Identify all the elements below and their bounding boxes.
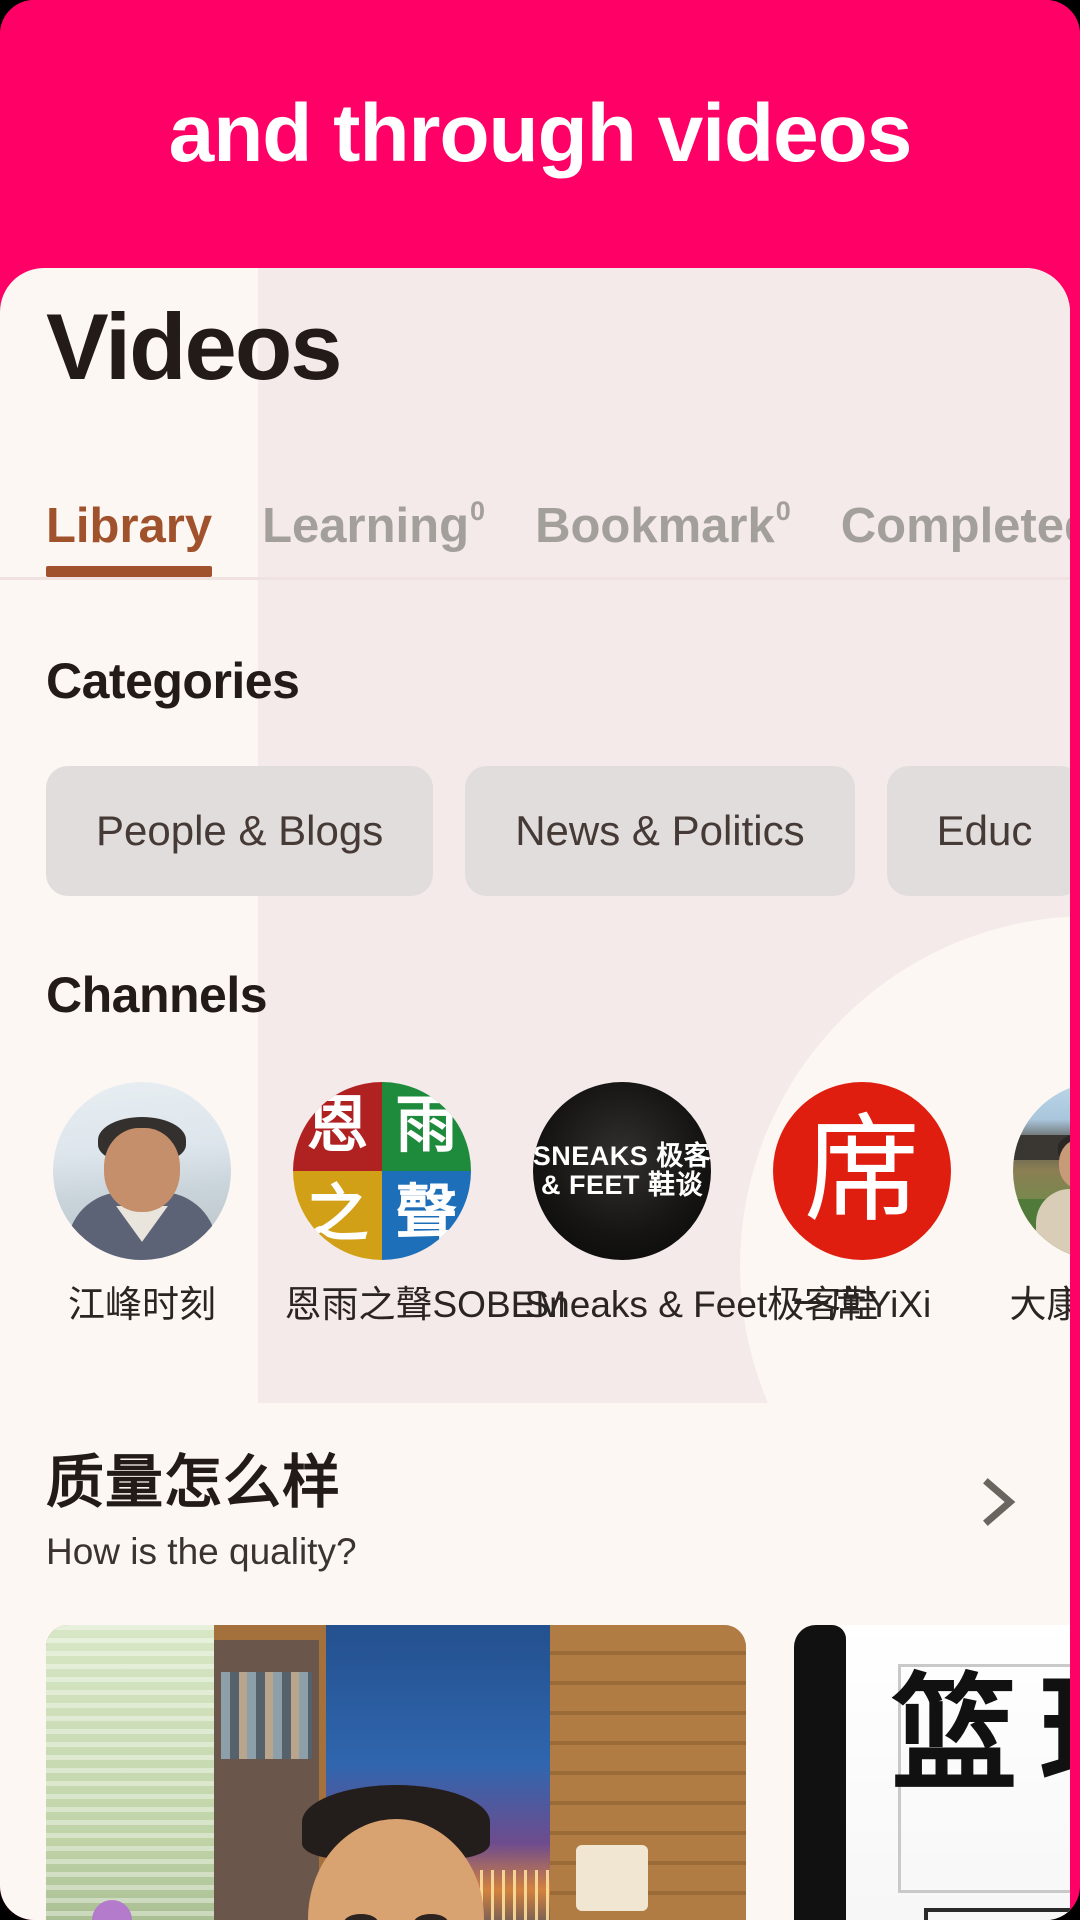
category-chip-people-blogs[interactable]: People & Blogs: [46, 765, 434, 896]
avatar: SNEAKS 极客 & FEET 鞋谈: [533, 1081, 711, 1260]
channels-heading: Channels: [46, 966, 268, 1023]
tab-learning-badge: 0: [470, 495, 486, 526]
playlist-header-row[interactable]: 质量怎么样 How is the quality?: [0, 1447, 1070, 1573]
tab-bar-divider: [0, 576, 1070, 580]
category-chip-label: Educ: [936, 806, 1033, 854]
channel-name: 恩雨之聲SOBEM: [284, 1283, 567, 1325]
chevron-right-icon[interactable]: [970, 1475, 1024, 1529]
avatar-logo-line-2: & FEET 鞋谈: [540, 1169, 703, 1200]
thumbnail-caption-text: 篮球: [891, 1660, 1070, 1808]
video-thumbnail[interactable]: [46, 1624, 746, 1920]
tab-learning-label: Learning: [262, 498, 470, 553]
channel-item-sneaks-feet[interactable]: SNEAKS 极客 & FEET 鞋谈 Sneaks & Feet极客鞋: [522, 1081, 879, 1329]
category-chip-education[interactable]: Educ: [886, 765, 1070, 896]
categories-heading: Categories: [46, 652, 300, 709]
tab-bookmark-label: Bookmark: [535, 498, 775, 553]
channel-item-yixi[interactable]: 席 一席YiXi: [762, 1081, 962, 1329]
channel-item-jiangfeng[interactable]: 江峰时刻: [42, 1081, 242, 1329]
channel-name: 一席YiXi: [792, 1283, 932, 1325]
tab-library-label: Library: [46, 498, 213, 553]
category-chip-label: People & Blogs: [96, 806, 384, 854]
avatar: 席: [773, 1081, 951, 1260]
tab-bar: Library Learning 0 Bookmark 0 Completed …: [0, 463, 1070, 577]
avatar: [53, 1081, 231, 1260]
category-chip-news-politics[interactable]: News & Politics: [465, 765, 855, 896]
video-thumbnail-list[interactable]: 篮球: [0, 1624, 1070, 1920]
tab-active-underline: [46, 565, 213, 577]
channel-item-dakang[interactable]: 大康有话说: [1002, 1081, 1071, 1329]
video-thumbnail[interactable]: 篮球: [794, 1624, 1070, 1920]
avatar: [1013, 1081, 1070, 1260]
avatar: 恩 雨 之 聲: [293, 1081, 471, 1260]
playlist-title: 质量怎么样: [46, 1447, 342, 1516]
page-title: Videos: [46, 294, 343, 399]
tab-library[interactable]: Library: [46, 498, 213, 577]
tab-bookmark-badge: 0: [775, 495, 791, 526]
playlist-text-group: 质量怎么样 How is the quality?: [46, 1447, 357, 1573]
avatar-glyph: 席: [804, 1102, 920, 1238]
avatar-glyph: 聲: [382, 1170, 471, 1260]
avatar-glyph: 恩: [293, 1081, 382, 1171]
tab-bookmark[interactable]: Bookmark 0: [535, 497, 791, 577]
content-panel: Videos Library Learning 0 Bookmark 0 Com…: [0, 268, 1070, 1920]
channel-name: 大康有话说: [1009, 1283, 1071, 1325]
app-root: and through videos Videos Library Learni…: [0, 0, 1080, 1920]
tab-completed-label: Completed: [840, 498, 1070, 553]
avatar-logo-line-1: SNEAKS 极客: [533, 1141, 711, 1172]
channel-item-sobem[interactable]: 恩 雨 之 聲 恩雨之聲SOBEM: [282, 1081, 567, 1329]
avatar-glyph: 之: [293, 1170, 382, 1260]
channel-name: Sneaks & Feet极客鞋: [524, 1283, 879, 1325]
categories-chip-list[interactable]: People & Blogs News & Politics Educ: [0, 765, 1070, 896]
tab-completed[interactable]: Completed 0: [840, 498, 1070, 577]
channels-list[interactable]: 江峰时刻 恩 雨 之 聲 恩雨之聲SOBEM SNEAKS 极客 & FEET …: [0, 1081, 1071, 1329]
playlist-subtitle: How is the quality?: [46, 1530, 357, 1572]
promo-banner: and through videos: [0, 0, 1080, 268]
channel-name: 江峰时刻: [68, 1283, 216, 1325]
tab-learning[interactable]: Learning 0: [262, 497, 485, 577]
category-chip-label: News & Politics: [515, 806, 805, 854]
promo-banner-text: and through videos: [168, 88, 913, 179]
avatar-glyph: 雨: [382, 1081, 471, 1171]
